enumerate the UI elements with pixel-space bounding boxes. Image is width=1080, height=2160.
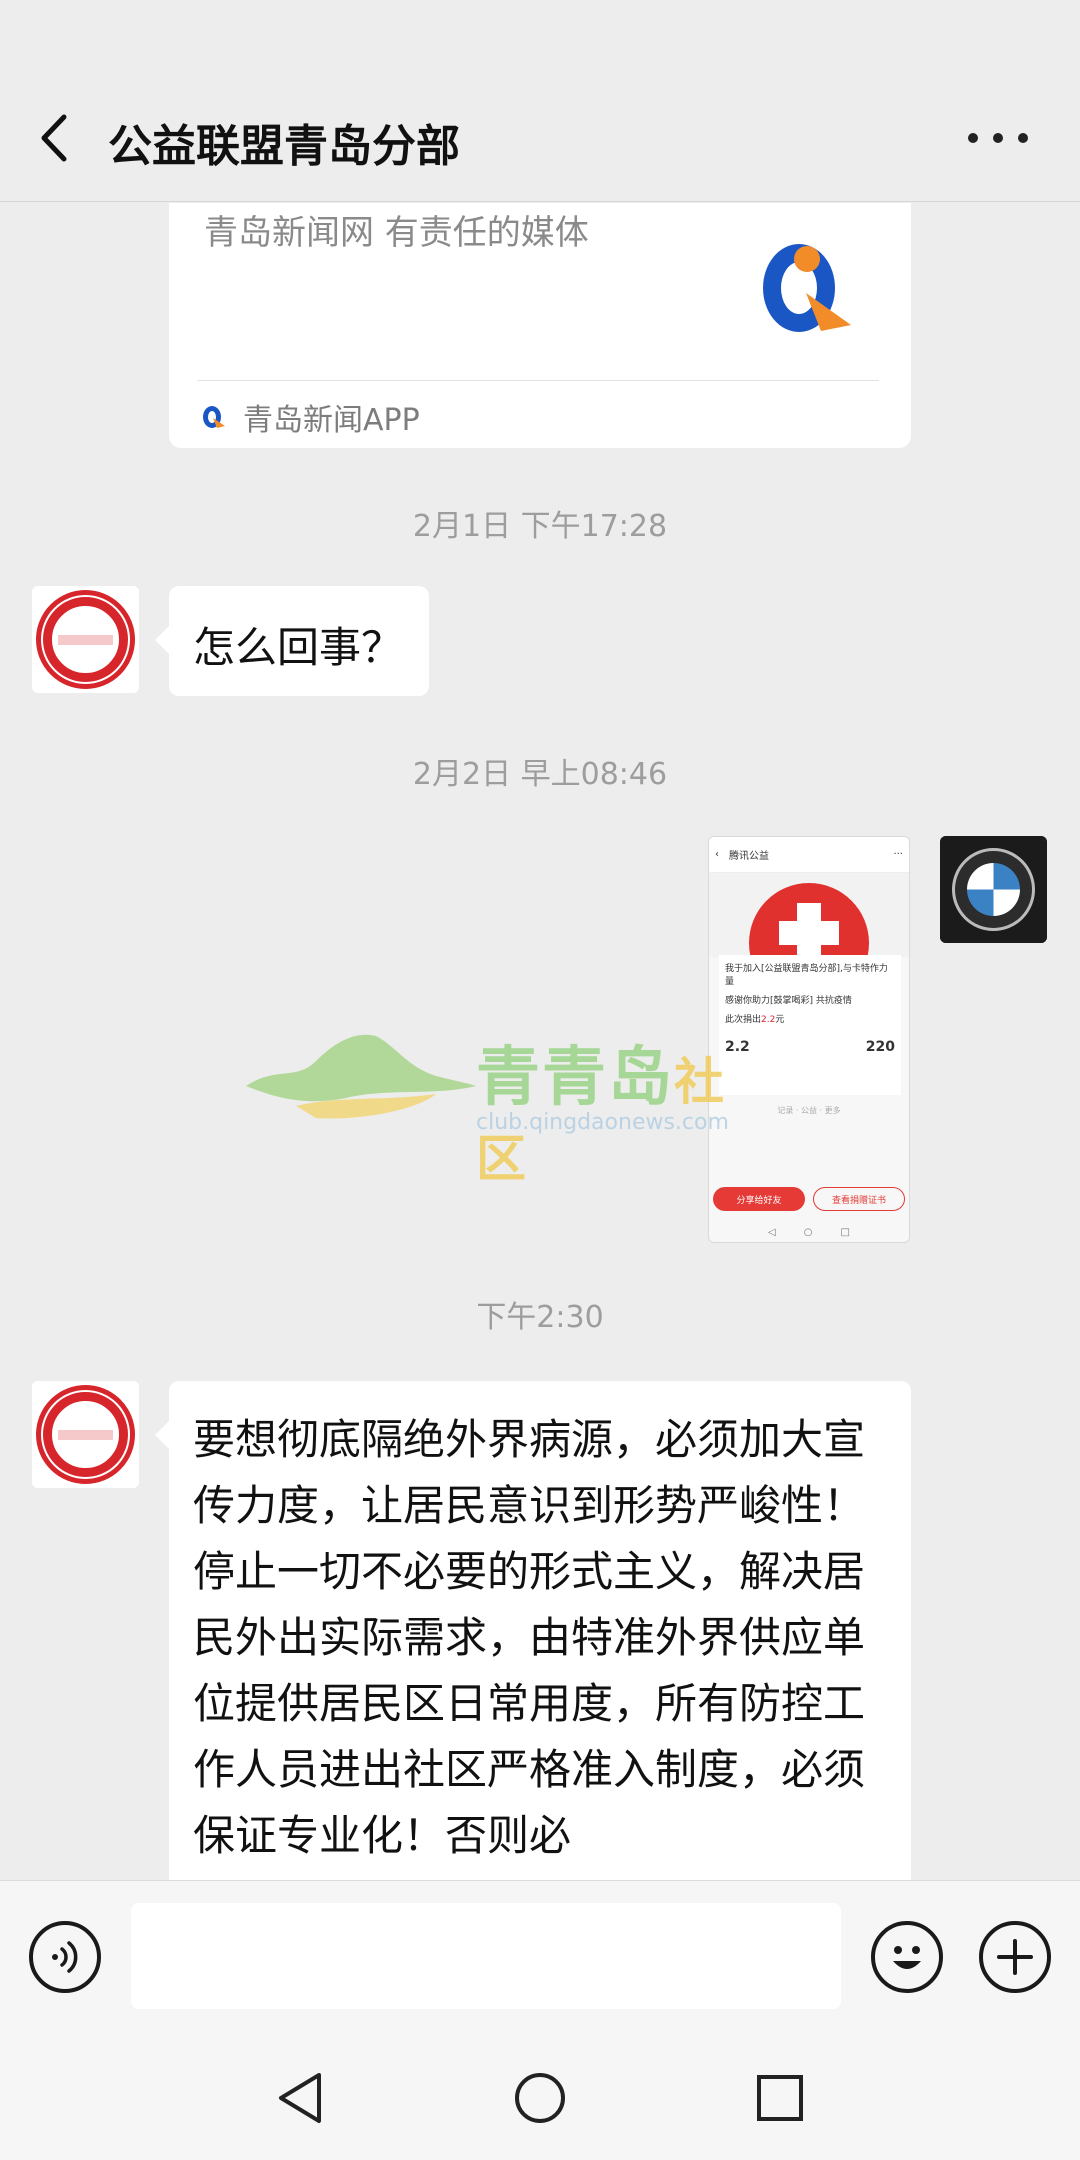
avatar[interactable] [32, 1381, 139, 1488]
mountain-watermark-icon [246, 1034, 476, 1119]
back-arrow-icon [41, 114, 67, 162]
stat-right: 220 [865, 1039, 895, 1055]
chat-title: 公益联盟青岛分部 [108, 121, 460, 172]
more-dots-icon [968, 133, 978, 143]
link-source: 青岛新闻APP [201, 395, 420, 439]
qingdao-news-logo-icon [763, 244, 851, 332]
timestamp: 2月1日 下午17:28 [412, 509, 668, 544]
emoji-button[interactable] [871, 1921, 943, 1993]
more-button[interactable] [968, 128, 1028, 148]
more-dots-icon: ··· [893, 849, 903, 860]
shared-link-card[interactable]: 青岛新闻网 有责任的媒体 青岛新闻APP [169, 203, 911, 448]
public-welfare-alliance-logo-icon [32, 586, 139, 693]
circle-home-icon [515, 2073, 565, 2123]
chevron-left-icon: ‹ [715, 849, 719, 860]
voice-icon [52, 1941, 78, 1973]
image-topbar: ‹ 腾讯公益 ··· [709, 837, 909, 873]
divider [197, 380, 879, 381]
nav-back-button[interactable] [270, 2068, 330, 2128]
link-source-label: 青岛新闻APP [243, 403, 420, 438]
qingdao-news-app-icon [203, 406, 225, 428]
triangle-back-icon [279, 2073, 321, 2123]
timestamp: 下午2:30 [476, 1300, 604, 1335]
plus-icon [997, 1939, 1033, 1975]
nav-home-button[interactable] [510, 2068, 570, 2128]
watermark: 青青岛社区 club.qingdaonews.com [236, 1026, 756, 1188]
voice-button[interactable] [29, 1921, 101, 1993]
nav-recents-button[interactable] [750, 2068, 810, 2128]
avatar[interactable] [32, 586, 139, 693]
timestamp: 2月2日 早上08:46 [412, 757, 668, 792]
public-welfare-alliance-logo-icon [32, 1381, 139, 1488]
link-description: 青岛新闻网 有责任的媒体 [204, 213, 589, 253]
red-cross-banner [709, 873, 909, 1003]
bmw-logo-icon [940, 836, 1047, 943]
message-input[interactable] [131, 1903, 841, 2009]
donation-line: 我于加入[公益联盟青岛分部],与卡特作力量 [725, 964, 888, 987]
image-navbar: ◁ ○ □ [768, 1227, 850, 1238]
message-bubble[interactable]: 要想彻底隔绝外界病源，必须加大宣传力度，让居民意识到形势严峻性！停止一切不必要的… [155, 1381, 911, 1880]
back-button[interactable] [30, 108, 80, 168]
plus-button[interactable] [979, 1921, 1051, 1993]
image-top-title: 腾讯公益 [729, 851, 769, 862]
certificate-button: 查看捐赠证书 [813, 1187, 905, 1211]
donation-amount-line: 此次捐出2.2元 [725, 1015, 785, 1025]
message-bubble[interactable]: 怎么回事？ [155, 586, 429, 696]
watermark-brand: 青青岛社区 [476, 1041, 726, 1188]
watermark-url: club.qingdaonews.com [476, 1110, 729, 1135]
chat-area[interactable]: 青岛新闻网 有责任的媒体 青岛新闻APP 2月1日 下午17:28 怎么回事？ … [0, 203, 1080, 1880]
emoji-icon [893, 1946, 921, 1969]
avatar-self[interactable] [940, 836, 1047, 943]
chat-header: 公益联盟青岛分部 [0, 0, 1080, 202]
donation-thanks: 感谢你助力[鼓掌喝彩] 共抗疫情 [725, 996, 852, 1006]
square-recents-icon [757, 2075, 803, 2121]
